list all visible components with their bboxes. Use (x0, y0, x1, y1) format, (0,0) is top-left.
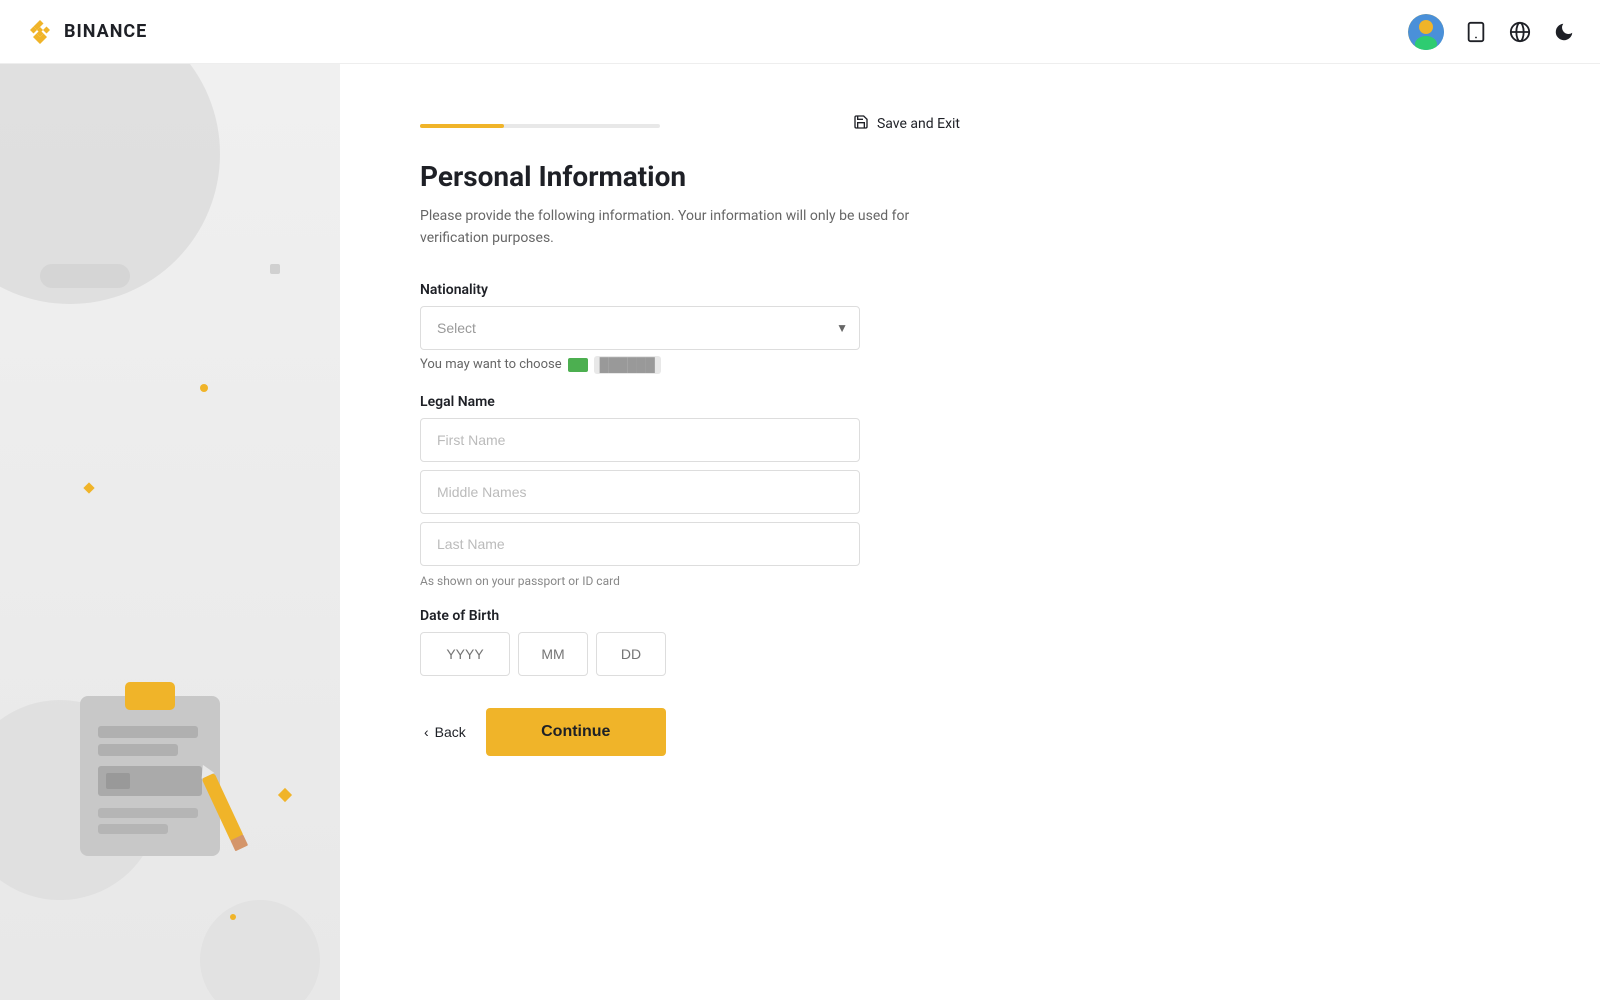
deco-dot2 (230, 914, 236, 920)
deco-dot1 (200, 384, 208, 392)
deco-pill (40, 264, 130, 288)
globe-icon[interactable] (1508, 20, 1532, 44)
right-spacer (1400, 64, 1600, 1000)
avatar[interactable] (1408, 14, 1444, 50)
binance-logo-icon (24, 16, 56, 48)
nationality-field-group: Nationality Select ▼ You may want to cho… (420, 282, 960, 374)
continue-button[interactable]: Continue (486, 708, 666, 756)
illustration (50, 656, 270, 880)
page-title: Personal Information (420, 160, 960, 193)
progress-fill (420, 124, 504, 128)
save-exit-label: Save and Exit (877, 116, 960, 132)
logo-text: BINANCE (64, 21, 147, 42)
main-layout: Save and Exit Personal Information Pleas… (0, 64, 1600, 1000)
dark-mode-icon[interactable] (1552, 20, 1576, 44)
nationality-label: Nationality (420, 282, 960, 298)
back-arrow-icon: ‹ (424, 724, 429, 740)
first-name-input[interactable] (420, 418, 860, 462)
dob-day-input[interactable] (596, 632, 666, 676)
deco-dot3 (270, 264, 280, 274)
save-exit-icon (853, 114, 869, 134)
dob-year-input[interactable] (420, 632, 510, 676)
logo[interactable]: BINANCE (24, 16, 147, 48)
deco-diamond (278, 788, 292, 802)
back-button[interactable]: ‹ Back (420, 716, 470, 748)
sidebar (0, 64, 340, 1000)
tablet-icon[interactable] (1464, 20, 1488, 44)
legal-name-label: Legal Name (420, 394, 960, 410)
suggest-flag-icon (568, 358, 588, 372)
dob-month-input[interactable] (518, 632, 588, 676)
dob-inputs (420, 632, 960, 676)
back-label: Back (435, 724, 466, 740)
clipboard-illustration (50, 656, 270, 876)
middle-name-input[interactable] (420, 470, 860, 514)
suggest-country: ██████ (594, 356, 661, 374)
avatar-icon (1408, 14, 1444, 50)
progress-bar (420, 124, 660, 128)
content-inner: Save and Exit Personal Information Pleas… (340, 64, 1040, 816)
suggest-text: You may want to choose ██████ (420, 356, 960, 374)
nationality-select-wrapper: Select ▼ (420, 306, 860, 350)
dob-label: Date of Birth (420, 608, 960, 624)
dob-field-group: Date of Birth (420, 608, 960, 676)
header: BINANCE (0, 0, 1600, 64)
header-right (1408, 14, 1576, 50)
page-description: Please provide the following information… (420, 205, 960, 250)
deco-diamond2 (83, 482, 94, 493)
legal-name-hint: As shown on your passport or ID card (420, 574, 960, 588)
legal-name-field-group: Legal Name As shown on your passport or … (420, 394, 960, 588)
save-exit-button[interactable]: Save and Exit (853, 114, 960, 134)
button-row: ‹ Back Continue (420, 708, 960, 756)
bg-circle-3 (200, 900, 320, 1000)
suggest-label: You may want to choose (420, 357, 562, 372)
content-area: Save and Exit Personal Information Pleas… (340, 64, 1400, 1000)
last-name-input[interactable] (420, 522, 860, 566)
nationality-select[interactable]: Select (420, 306, 860, 350)
